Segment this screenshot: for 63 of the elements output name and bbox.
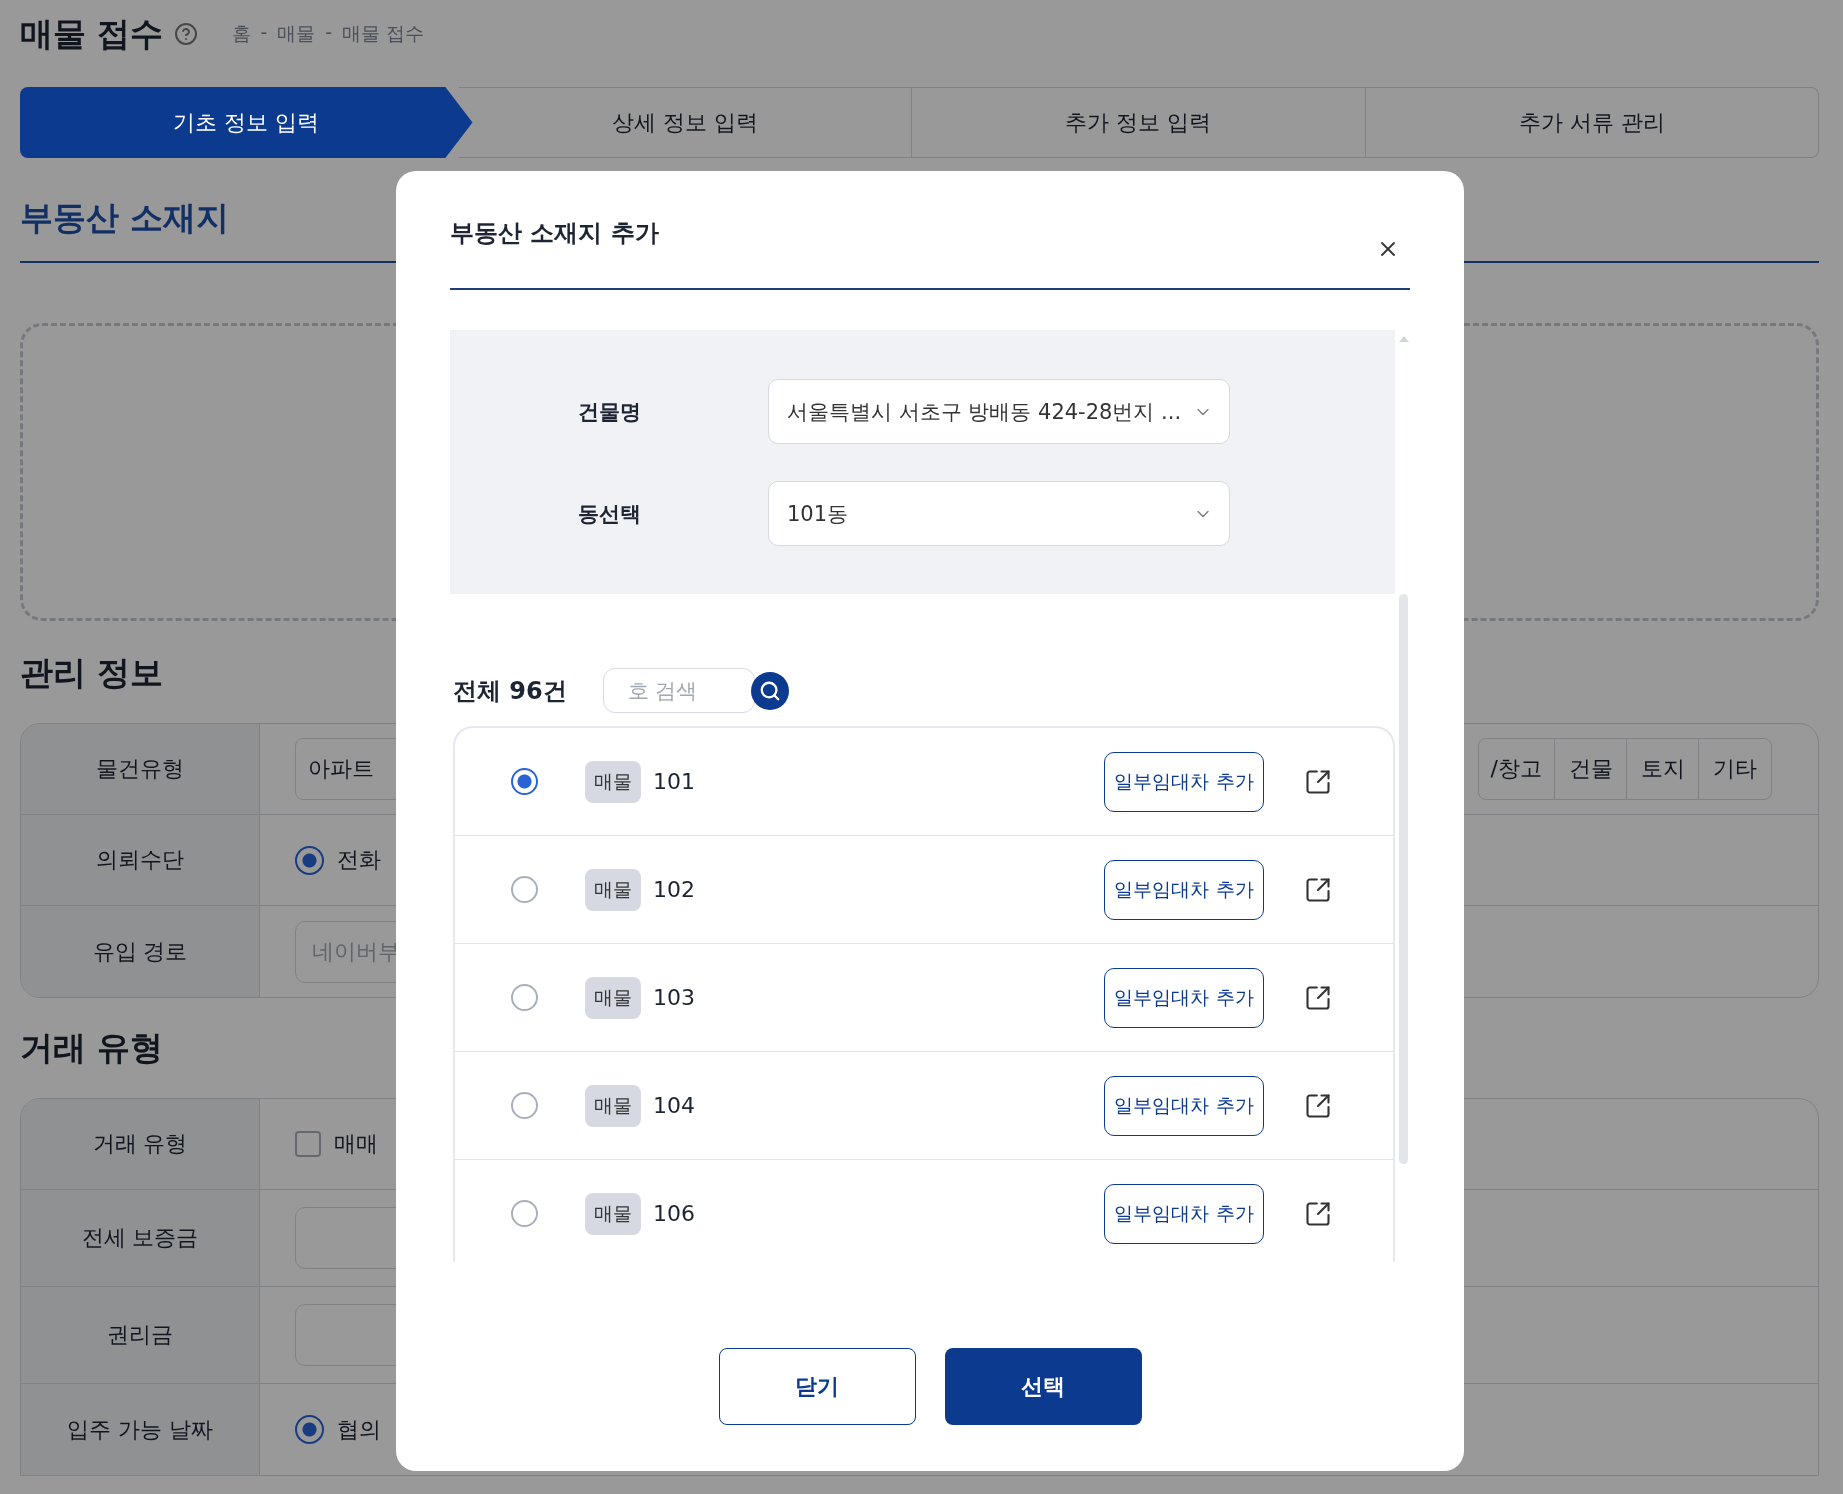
row-label: 전세 보증금	[21, 1190, 260, 1286]
unit-number: 102	[653, 877, 695, 902]
breadcrumb-separator: -	[325, 21, 333, 45]
section-title: 관리 정보	[20, 652, 164, 694]
search-field[interactable]: 호 검색	[602, 668, 755, 713]
add-lease-button[interactable]: 일부임대차 추가	[1104, 1075, 1264, 1136]
type-option[interactable]: /창고	[1478, 739, 1555, 799]
unit-number: 101	[653, 769, 695, 794]
field-label: 건물명	[578, 398, 642, 426]
select-field[interactable]: 서울특별시 서초구 방배동 424-28번지 ...	[768, 379, 1230, 444]
unit-tag: 매물	[585, 1192, 641, 1235]
step-tab[interactable]: 추가 서류 관리	[1365, 87, 1819, 158]
add-lease-button[interactable]: 일부임대차 추가	[1104, 1183, 1264, 1244]
external-link-icon[interactable]	[1304, 983, 1332, 1012]
radio-button[interactable]	[295, 1415, 324, 1444]
section-title: 부동산 소재지	[20, 197, 230, 239]
page-title: 매물 접수	[20, 12, 164, 55]
add-lease-button[interactable]: 일부임대차 추가	[1104, 859, 1264, 920]
radio-button[interactable]	[511, 876, 538, 903]
row-label: 거래 유형	[21, 1099, 260, 1189]
row-label: 입주 가능 날짜	[21, 1384, 260, 1475]
row-label: 물건유형	[21, 724, 260, 814]
type-option[interactable]: 건물	[1555, 739, 1627, 799]
row-label: 의뢰수단	[21, 815, 260, 905]
step-tab[interactable]: 추가 정보 입력	[912, 87, 1366, 158]
external-link-icon[interactable]	[1304, 1091, 1332, 1120]
dialog-button[interactable]: 닫기	[718, 1348, 916, 1425]
unit-tag: 매물	[585, 976, 641, 1019]
checkbox[interactable]	[295, 1131, 321, 1157]
type-option[interactable]: 토지	[1627, 739, 1699, 799]
unit-number: 104	[653, 1093, 695, 1118]
modal-title: 부동산 소재지 추가	[450, 218, 659, 249]
external-link-icon[interactable]	[1304, 1199, 1332, 1228]
type-option[interactable]: 아파트	[296, 739, 386, 799]
select-field[interactable]: 101동	[768, 481, 1230, 546]
unit-tag: 매물	[585, 868, 641, 911]
dialog-button[interactable]: 선택	[944, 1348, 1142, 1425]
external-link-icon[interactable]	[1304, 875, 1332, 904]
radio-label: 전화	[337, 846, 381, 874]
external-link-icon[interactable]	[1304, 767, 1332, 796]
search-icon	[758, 679, 781, 702]
row-label: 유입 경로	[21, 906, 260, 997]
unit-number: 106	[653, 1201, 695, 1226]
radio-button[interactable]	[511, 1092, 538, 1119]
section-title: 거래 유형	[20, 1027, 164, 1069]
radio-button[interactable]	[295, 845, 324, 875]
add-lease-button[interactable]: 일부임대차 추가	[1104, 751, 1264, 812]
radio-label: 협의	[337, 1415, 381, 1444]
row-label: 권리금	[21, 1287, 260, 1383]
help-icon[interactable]	[173, 22, 198, 46]
field-label: 동선택	[578, 500, 642, 528]
total-count: 전체 96건	[453, 675, 567, 707]
radio-button[interactable]	[511, 984, 538, 1011]
unit-number: 103	[653, 985, 695, 1010]
breadcrumb-separator: -	[260, 21, 268, 45]
radio-button[interactable]	[511, 768, 538, 795]
unit-tag: 매물	[585, 1084, 641, 1127]
step-tab[interactable]: 기초 정보 입력	[20, 87, 473, 158]
add-lease-button[interactable]: 일부임대차 추가	[1104, 967, 1264, 1028]
unit-tag: 매물	[585, 760, 641, 803]
checkbox-label: 매매	[334, 1130, 378, 1158]
type-option[interactable]: 기타	[1699, 739, 1771, 799]
radio-button[interactable]	[511, 1200, 538, 1227]
